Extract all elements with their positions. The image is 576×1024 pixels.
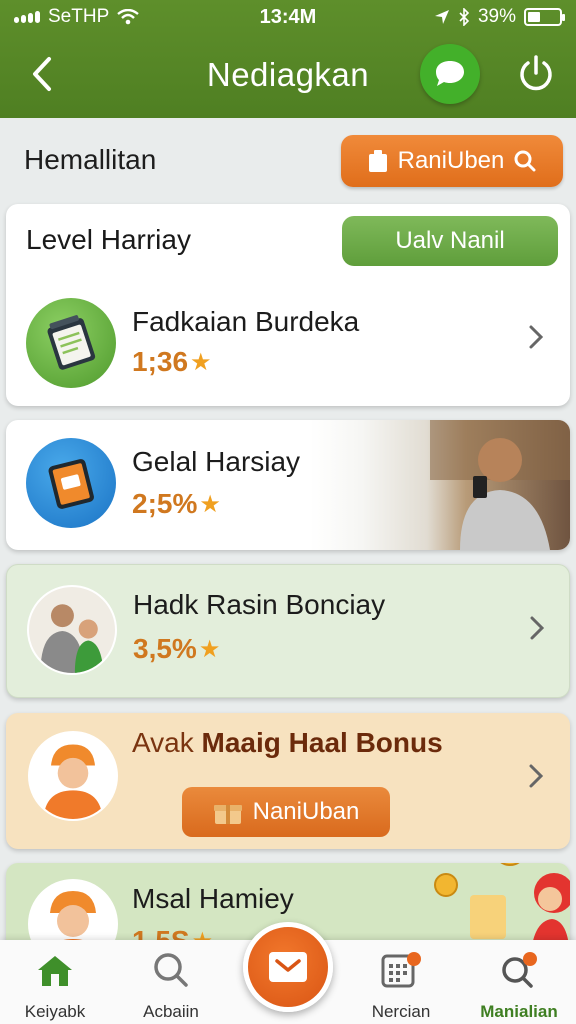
carrier-name: SeTHP [48, 6, 110, 27]
chevron-right-icon [529, 764, 544, 788]
mail-icon [269, 952, 307, 982]
person-avatar-icon [28, 731, 118, 821]
item-rating: 2;5% ★ [132, 488, 221, 520]
bonus-title-prefix: Avak [132, 727, 194, 758]
page-title: Nediagkan [206, 56, 370, 93]
person-photo [310, 420, 570, 550]
magnifier-badge-icon [502, 952, 537, 988]
item-rating: 3,5% ★ [133, 633, 220, 665]
list-item[interactable]: Gelal Harsiay 2;5% ★ [6, 420, 570, 550]
bonus-button[interactable]: NaniUban [182, 787, 390, 837]
nav-item-search[interactable]: Acbaiin [116, 948, 226, 1021]
search-icon [154, 953, 188, 987]
star-icon: ★ [199, 490, 221, 518]
nav-item-home[interactable]: Keiyabk [0, 948, 110, 1021]
back-arrow-icon [33, 57, 51, 91]
notepad-icon [26, 298, 116, 388]
bonus-button-label: NaniUban [252, 798, 360, 825]
power-button[interactable] [512, 50, 560, 98]
search-icon [514, 150, 536, 172]
item-title: Hadk Rasin Bonciay [133, 589, 386, 620]
star-icon: ★ [198, 635, 221, 663]
chevron-right-icon [530, 616, 545, 640]
gift-box-icon [213, 805, 242, 824]
family-avatar-icon [27, 585, 117, 675]
signal-icon [14, 11, 40, 23]
rating-value: 1;36 [132, 346, 189, 377]
nav-label: Manialian [480, 1002, 558, 1021]
nav-label: Acbaiin [143, 1002, 199, 1021]
bonus-card[interactable]: Avak Maaig Haal Bonus NaniUban [6, 713, 570, 849]
nav-item-manialian[interactable]: Manialian [464, 948, 574, 1021]
nav-label: Nercian [371, 1002, 431, 1021]
clipboard-icon [368, 150, 387, 172]
battery-icon [524, 8, 565, 26]
item-rating: 1;36 ★ [132, 346, 212, 378]
calendar-icon [381, 952, 421, 988]
rating-value: 2;5% [132, 488, 198, 519]
list-item[interactable]: Hadk Rasin Bonciay 3,5% ★ [6, 564, 570, 698]
item-title: Fadkaian Burdeka [132, 306, 360, 337]
nav-item-calendar[interactable]: Nercian [346, 948, 456, 1021]
bluetooth-icon [459, 8, 470, 26]
chat-bubble-icon [436, 61, 464, 86]
power-icon [520, 55, 552, 91]
top-bar: SeTHP 13:4M 39% Nediagkan [0, 0, 576, 118]
star-icon: ★ [190, 348, 212, 376]
status-bar: SeTHP 13:4M 39% [0, 0, 576, 34]
location-icon [434, 10, 449, 24]
back-button[interactable] [20, 52, 64, 96]
chat-button[interactable] [420, 44, 480, 104]
level-title: Level Harriay [26, 224, 191, 255]
battery-percent: 39% [477, 6, 516, 27]
section-title: Нemallitan [24, 144, 157, 175]
item-title: Gelal Harsiay [132, 446, 301, 477]
center-action-button[interactable] [243, 922, 333, 1012]
bonus-title: Avak Maaig Haal Bonus [132, 727, 443, 759]
bonus-title-main: Maaig Haal Bonus [201, 727, 443, 758]
section-action-button[interactable]: RaniUben [341, 135, 563, 187]
level-card[interactable]: Level Harriay Ualv Nanil Fadkaian Burdek… [6, 204, 570, 406]
chevron-right-icon [529, 325, 544, 349]
nav-label: Keiyabk [24, 1002, 86, 1021]
level-action-button[interactable]: Ualv Nanil [342, 216, 558, 266]
section-action-label: RaniUben [397, 147, 505, 174]
home-icon [38, 956, 72, 986]
wifi-icon [117, 9, 139, 25]
item-title: Msal Hamiey [132, 883, 294, 914]
rating-value: 3,5% [133, 633, 197, 664]
tablet-icon [26, 438, 116, 528]
